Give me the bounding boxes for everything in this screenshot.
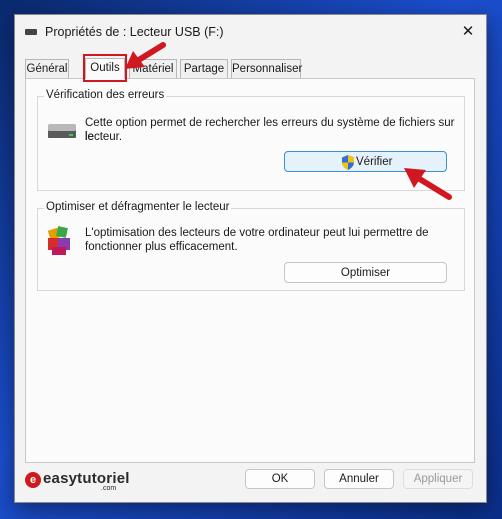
optimize-group: Optimiser et défragmenter le lecteur L'o… [37,201,465,291]
close-button[interactable]: ✕ [450,15,486,49]
defrag-icon [47,226,70,255]
optimize-description-line2: fonctionner plus efficacement. [85,241,238,253]
ok-button-label: OK [271,473,289,485]
error-check-title: Vérification des erreurs [44,89,167,101]
error-check-group: Vérification des erreurs Cette option pe… [37,89,465,191]
verify-button[interactable]: Vérifier [284,151,447,172]
error-check-description-line2: lecteur. [85,131,123,143]
optimize-description-line1: L'optimisation des lecteurs de votre ord… [85,227,429,239]
tab-materiel[interactable]: Matériel [129,59,177,78]
tab-outils[interactable]: Outils [85,58,125,79]
drive-icon [48,124,76,138]
optimize-button-label: Optimiser [340,267,391,279]
error-check-description-line1: Cette option permet de rechercher les er… [85,117,455,143]
window-title: Propriétés de : Lecteur USB (F:) [45,25,224,39]
tab-page-outils: Vérification des erreurs Cette option pe… [25,78,475,463]
verify-button-label: Vérifier [356,156,393,168]
properties-dialog: Propriétés de : Lecteur USB (F:) ✕ Génér… [14,14,487,503]
tab-partage[interactable]: Partage [180,59,228,78]
logo-sub: .com [101,485,117,492]
logo-mark: e [25,472,41,488]
tab-personnaliser[interactable]: Personnaliser [231,59,302,78]
optimize-title: Optimiser et défragmenter le lecteur [44,201,232,213]
uac-shield-icon [342,155,354,170]
close-icon: ✕ [461,23,475,40]
cancel-button-label: Annuler [339,473,379,485]
dialog-footer: e easytutoriel .com OK Annuler Appliquer [15,460,486,502]
cancel-button[interactable]: Annuler [324,469,394,489]
tab-general[interactable]: Général [25,59,69,78]
ok-button[interactable]: OK [245,469,315,489]
logo-text: easytutoriel [43,470,130,487]
apply-button-label: Appliquer [413,473,463,485]
optimize-button[interactable]: Optimiser [284,262,447,283]
usb-drive-icon [25,29,37,35]
title-bar[interactable]: Propriétés de : Lecteur USB (F:) ✕ [15,15,486,49]
apply-button[interactable]: Appliquer [403,469,473,489]
